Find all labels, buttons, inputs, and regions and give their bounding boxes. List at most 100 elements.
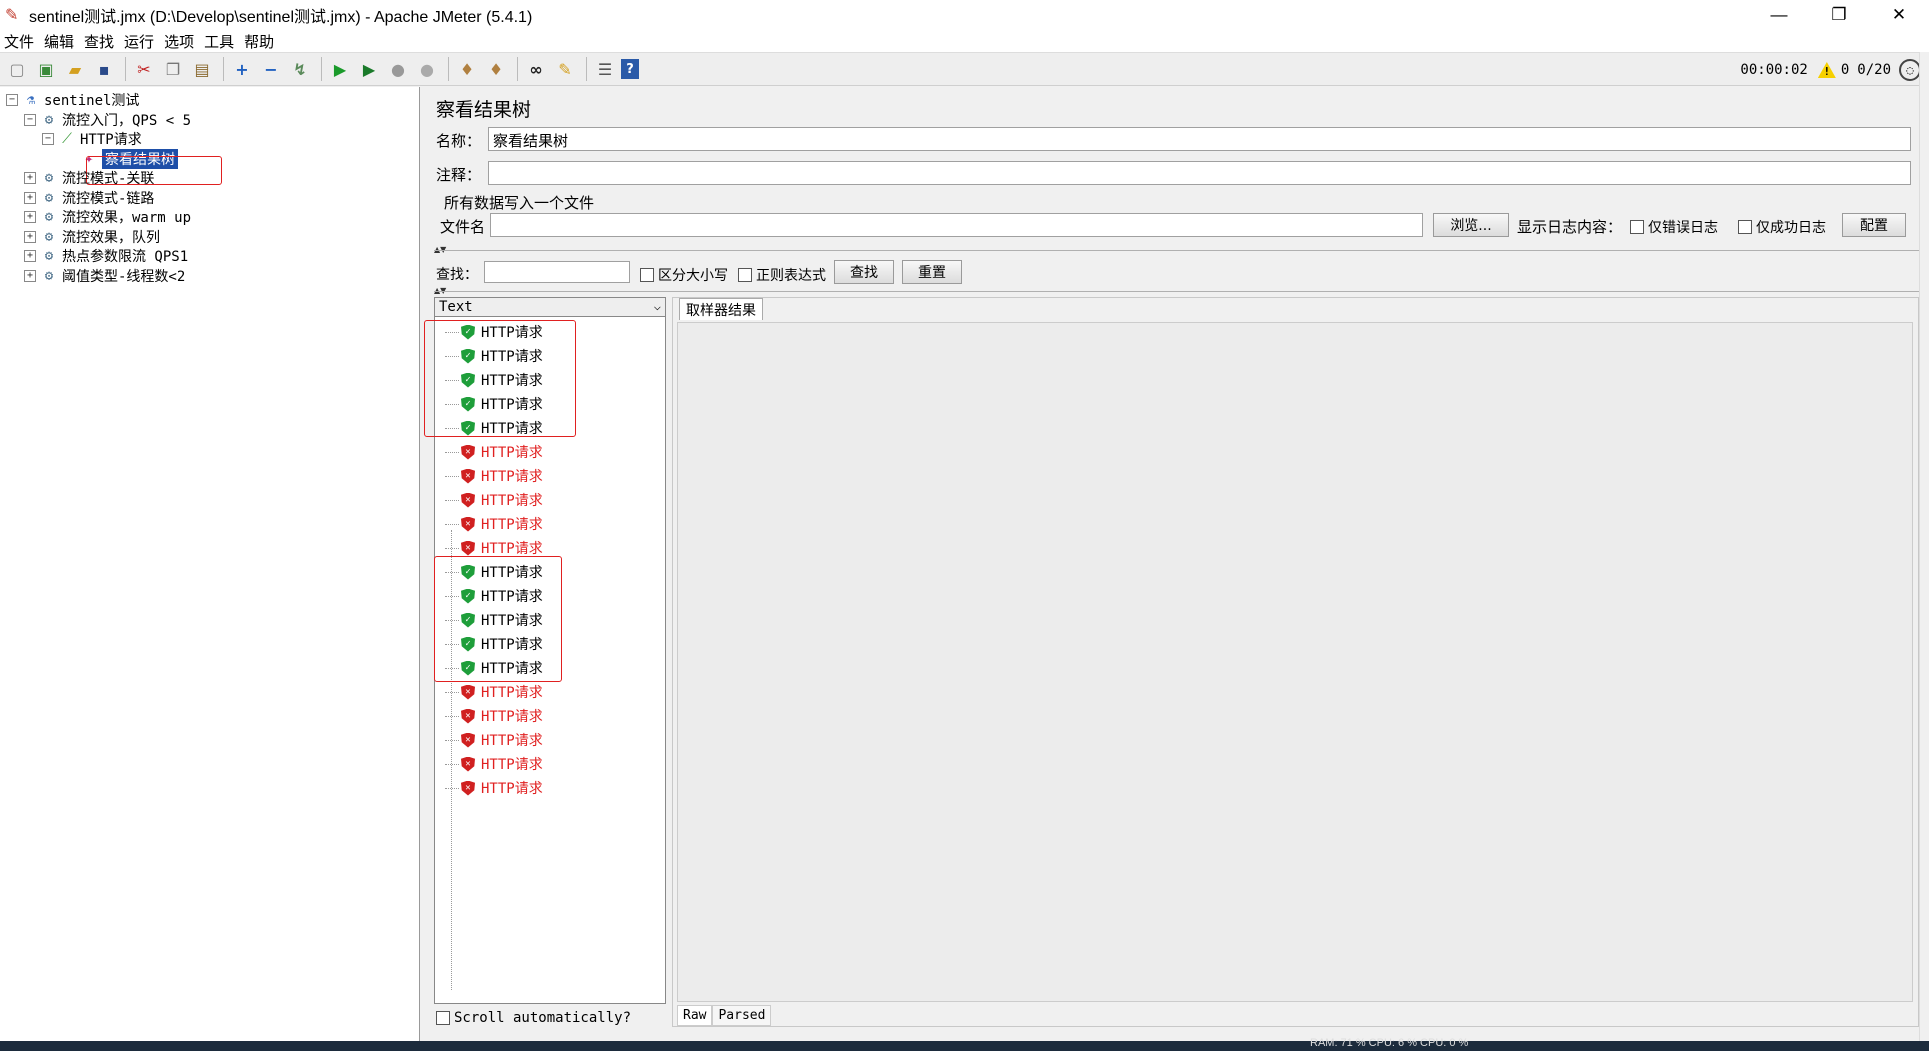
expand-toggle-icon[interactable]: + xyxy=(24,172,36,184)
collapse-toggle-icon[interactable]: − xyxy=(6,94,18,106)
tree-item-thread-group[interactable]: + ⚙ 阈值类型-线程数<2 xyxy=(24,265,185,287)
menu-search[interactable]: 查找 xyxy=(84,31,114,52)
result-item[interactable]: ✕ HTTP请求 xyxy=(445,538,543,558)
window-scrollbar[interactable] xyxy=(1919,52,1929,1041)
restore-button[interactable]: ❐ xyxy=(1809,0,1869,30)
collapse-icon[interactable]: − xyxy=(258,56,284,82)
reset-search-icon[interactable]: ✎ xyxy=(552,56,578,82)
function-helper-icon[interactable]: ☰ xyxy=(592,56,618,82)
window-controls: — ❐ ✕ xyxy=(1749,0,1929,30)
expand-toggle-icon[interactable]: + xyxy=(24,211,36,223)
find-button[interactable]: 查找 xyxy=(834,260,894,284)
start-no-pause-icon[interactable]: ▶ xyxy=(356,56,382,82)
result-item[interactable]: ✓ HTTP请求 xyxy=(445,658,543,678)
help-icon[interactable]: ? xyxy=(621,59,639,79)
expand-toggle-icon[interactable]: + xyxy=(24,192,36,204)
search-icon[interactable]: ∞ xyxy=(523,56,549,82)
regex-checkbox[interactable]: 正则表达式 xyxy=(738,265,826,285)
scroll-automatically-checkbox[interactable]: Scroll automatically? xyxy=(436,1010,631,1026)
checkbox-box[interactable] xyxy=(738,268,752,282)
shutdown-icon[interactable]: ● xyxy=(414,56,440,82)
run-status: 00:00:02 ! 0 0/20 ◌ xyxy=(1740,57,1921,83)
templates-icon[interactable]: ▣ xyxy=(33,56,59,82)
result-item[interactable]: ✕ HTTP请求 xyxy=(445,682,543,702)
divider xyxy=(434,250,1919,251)
result-item[interactable]: ✕ HTTP请求 xyxy=(445,778,543,798)
results-tree-list[interactable]: ✓ HTTP请求 ✓ HTTP请求 ✓ HTTP请求 ✓ HTTP请求 ✓ HTTP请求 … xyxy=(434,297,666,1004)
tab-sampler-result[interactable]: 取样器结果 xyxy=(679,298,763,320)
result-item[interactable]: ✓ HTTP请求 xyxy=(445,346,543,366)
expand-toggle-icon[interactable]: + xyxy=(24,270,36,282)
result-item[interactable]: ✓ HTTP请求 xyxy=(445,610,543,630)
remote-globe-icon[interactable]: ◌ xyxy=(1899,59,1921,81)
result-item[interactable]: ✓ HTTP请求 xyxy=(445,586,543,606)
search-input[interactable] xyxy=(484,261,630,283)
reset-button[interactable]: 重置 xyxy=(902,260,962,284)
result-label: HTTP请求 xyxy=(481,349,543,365)
expand-icon[interactable]: + xyxy=(229,56,255,82)
menu-run[interactable]: 运行 xyxy=(124,31,154,52)
menu-file[interactable]: 文件 xyxy=(4,31,34,52)
result-item[interactable]: ✕ HTTP请求 xyxy=(445,514,543,534)
result-label: HTTP请求 xyxy=(481,733,543,749)
save-icon[interactable]: ▪ xyxy=(91,56,117,82)
result-item[interactable]: ✓ HTTP请求 xyxy=(445,322,543,342)
close-button[interactable]: ✕ xyxy=(1869,0,1929,30)
collapse-toggle-icon[interactable]: − xyxy=(42,133,54,145)
tree-item-http-sampler[interactable]: − ⟋ HTTP请求 xyxy=(42,128,142,150)
tree-item-label: 察看结果树 xyxy=(102,149,178,169)
renderer-select[interactable]: Text ⌵ xyxy=(434,297,666,317)
checkbox-box[interactable] xyxy=(1738,220,1752,234)
result-item[interactable]: ✕ HTTP请求 xyxy=(445,490,543,510)
cut-icon[interactable]: ✂ xyxy=(131,56,157,82)
clear-icon[interactable]: ♦ xyxy=(454,56,480,82)
tree-item-test-plan[interactable]: − ⚗ sentinel测试 xyxy=(6,89,139,111)
menu-options[interactable]: 选项 xyxy=(164,31,194,52)
tree-connector xyxy=(445,403,459,405)
menu-edit[interactable]: 编辑 xyxy=(44,31,74,52)
flask-icon: ⚗ xyxy=(26,92,36,108)
new-icon[interactable]: ▢ xyxy=(4,56,30,82)
checkbox-box[interactable] xyxy=(436,1011,450,1025)
copy-icon[interactable]: ❐ xyxy=(160,56,186,82)
tree-item-thread-group[interactable]: + ⚙ 热点参数限流 QPS1 xyxy=(24,245,188,267)
result-item[interactable]: ✓ HTTP请求 xyxy=(445,370,543,390)
minimize-button[interactable]: — xyxy=(1749,0,1809,30)
browse-button[interactable]: 浏览... xyxy=(1433,213,1509,237)
success-only-checkbox[interactable]: 仅成功日志 xyxy=(1738,217,1826,237)
result-item[interactable]: ✕ HTTP请求 xyxy=(445,706,543,726)
tab-parsed[interactable]: Parsed xyxy=(712,1005,772,1026)
expand-toggle-icon[interactable]: + xyxy=(24,250,36,262)
menu-tools[interactable]: 工具 xyxy=(204,31,234,52)
start-icon[interactable]: ▶ xyxy=(327,56,353,82)
result-item[interactable]: ✕ HTTP请求 xyxy=(445,442,543,462)
tab-raw[interactable]: Raw xyxy=(677,1005,713,1026)
configure-button[interactable]: 配置 xyxy=(1842,213,1906,237)
menu-help[interactable]: 帮助 xyxy=(244,31,274,52)
result-item[interactable]: ✓ HTTP请求 xyxy=(445,634,543,654)
name-field[interactable]: 察看结果树 xyxy=(488,127,1911,151)
paste-icon[interactable]: ▤ xyxy=(189,56,215,82)
result-item[interactable]: ✓ HTTP请求 xyxy=(445,418,543,438)
filename-field[interactable] xyxy=(490,213,1423,237)
result-item[interactable]: ✓ HTTP请求 xyxy=(445,394,543,414)
comment-field[interactable] xyxy=(488,161,1911,185)
case-sensitive-checkbox[interactable]: 区分大小写 xyxy=(640,265,728,285)
collapse-toggle-icon[interactable]: − xyxy=(24,114,36,126)
result-item[interactable]: ✕ HTTP请求 xyxy=(445,754,543,774)
checkbox-label: 仅成功日志 xyxy=(1756,220,1826,236)
stop-icon[interactable]: ● xyxy=(385,56,411,82)
errors-only-checkbox[interactable]: 仅错误日志 xyxy=(1630,217,1718,237)
expand-toggle-icon[interactable]: + xyxy=(24,231,36,243)
result-item[interactable]: ✕ HTTP请求 xyxy=(445,466,543,486)
checkbox-box[interactable] xyxy=(1630,220,1644,234)
clear-all-icon[interactable]: ♦ xyxy=(483,56,509,82)
tree-item-thread-group[interactable]: + ⚙ 流控效果，warm up xyxy=(24,206,191,228)
result-item[interactable]: ✕ HTTP请求 xyxy=(445,730,543,750)
tree-item-thread-group[interactable]: + ⚙ 流控模式-关联 xyxy=(24,167,154,189)
checkbox-box[interactable] xyxy=(640,268,654,282)
toggle-icon[interactable]: ↯ xyxy=(287,56,313,82)
result-item[interactable]: ✓ HTTP请求 xyxy=(445,562,543,582)
warning-icon[interactable]: ! xyxy=(1817,62,1836,78)
open-icon[interactable]: ▰ xyxy=(62,56,88,82)
